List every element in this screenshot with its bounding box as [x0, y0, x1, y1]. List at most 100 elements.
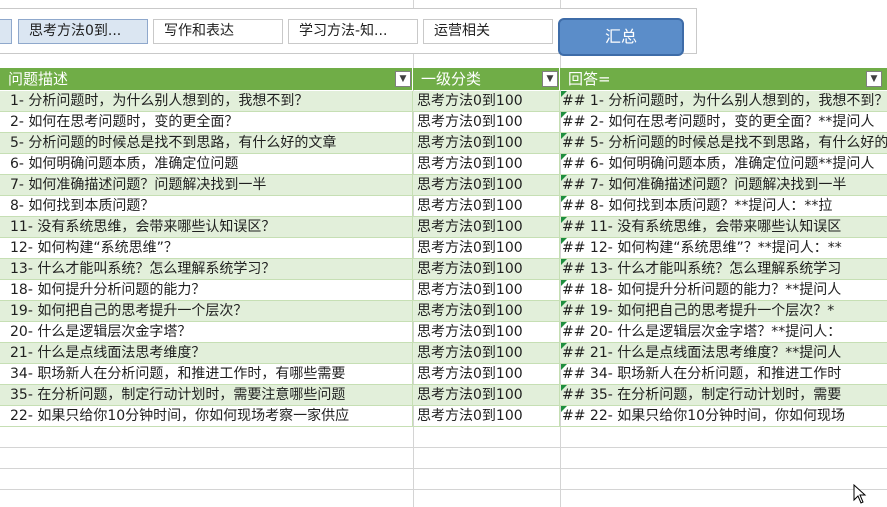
header-question-label: 问题描述: [8, 70, 69, 88]
error-indicator-icon: [561, 196, 567, 202]
table-row: 22- 如果只给你10分钟时间，你如何现场考察一家供应 思考方法0到100 ## 2…: [0, 406, 887, 427]
answer-cell[interactable]: ## 5- 分析问题的时候总是找不到思路，有什么好的: [560, 133, 887, 154]
error-indicator-icon: [561, 217, 567, 223]
category-cell[interactable]: 思考方法0到100: [413, 259, 560, 280]
sum-button[interactable]: 汇总: [558, 18, 684, 56]
question-cell[interactable]: 8- 如何找到本质问题？: [0, 196, 413, 217]
answer-cell[interactable]: ## 20- 什么是逻辑层次金字塔？**提问人：: [560, 322, 887, 343]
answer-cell[interactable]: ## 8- 如何找到本质问题？**提问人：**拉: [560, 196, 887, 217]
slicer-item-operations[interactable]: 运营相关: [423, 19, 553, 44]
table-row: 12- 如何构建“系统思维”？ 思考方法0到100 ## 12- 如何构建“系统思维…: [0, 238, 887, 259]
question-cell[interactable]: 11- 没有系统思维，会带来哪些认知误区？: [0, 217, 413, 238]
slicer-panel: 思考方法0到... 写作和表达 学习方法-知... 运营相关 汇总: [0, 8, 697, 56]
error-indicator-icon: [561, 175, 567, 181]
category-cell[interactable]: 思考方法0到100: [413, 280, 560, 301]
answer-cell[interactable]: ## 2- 如何在思考问题时，变的更全面？**提问人: [560, 112, 887, 133]
error-indicator-icon: [561, 133, 567, 139]
error-indicator-icon: [561, 259, 567, 265]
category-cell[interactable]: 思考方法0到100: [413, 91, 560, 112]
error-indicator-icon: [561, 154, 567, 160]
category-cell[interactable]: 思考方法0到100: [413, 385, 560, 406]
question-cell[interactable]: 22- 如果只给你10分钟时间，你如何现场考察一家供应: [0, 406, 413, 427]
question-cell[interactable]: 2- 如何在思考问题时，变的更全面？: [0, 112, 413, 133]
table-row: 21- 什么是点线面法思考维度？ 思考方法0到100 ## 21- 什么是点线面法思…: [0, 343, 887, 364]
category-cell[interactable]: 思考方法0到100: [413, 343, 560, 364]
category-cell[interactable]: 思考方法0到100: [413, 217, 560, 238]
table-row: 5- 分析问题的时候总是找不到思路，有什么好的文章 思考方法0到100 ## 5- …: [0, 133, 887, 154]
answer-cell[interactable]: ## 35- 在分析问题，制定行动计划时，需要: [560, 385, 887, 406]
table-row: 13- 什么才能叫系统？怎么理解系统学习？ 思考方法0到100 ## 13- 什么才…: [0, 259, 887, 280]
question-cell[interactable]: 5- 分析问题的时候总是找不到思路，有什么好的文章: [0, 133, 413, 154]
category-cell[interactable]: 思考方法0到100: [413, 112, 560, 133]
table-row: 1- 分析问题时，为什么别人想到的，我想不到？ 思考方法0到100 ## 1- 分析…: [0, 91, 887, 112]
table-row: 11- 没有系统思维，会带来哪些认知误区？ 思考方法0到100 ## 11- 没有系…: [0, 217, 887, 238]
answer-cell[interactable]: ## 6- 如何明确问题本质，准确定位问题**提问人: [560, 154, 887, 175]
error-indicator-icon: [561, 364, 567, 370]
answer-cell[interactable]: ## 12- 如何构建“系统思维”？**提问人：**: [560, 238, 887, 259]
answer-cell[interactable]: ## 7- 如何准确描述问题？问题解决找到一半: [560, 175, 887, 196]
error-indicator-icon: [561, 280, 567, 286]
question-cell[interactable]: 7- 如何准确描述问题？问题解决找到一半: [0, 175, 413, 196]
category-cell[interactable]: 思考方法0到100: [413, 133, 560, 154]
table-row: 8- 如何找到本质问题？ 思考方法0到100 ## 8- 如何找到本质问题？**提问…: [0, 196, 887, 217]
filter-active-icon[interactable]: ▼: [542, 71, 558, 87]
table-row: 19- 如何把自己的思考提升一个层次？ 思考方法0到100 ## 19- 如何把自己…: [0, 301, 887, 322]
slicer-item[interactable]: [0, 19, 12, 44]
error-indicator-icon: [561, 91, 567, 97]
gridline: [0, 468, 887, 469]
category-cell[interactable]: 思考方法0到100: [413, 322, 560, 343]
filter-dropdown-icon[interactable]: ▼: [395, 71, 411, 87]
question-cell[interactable]: 12- 如何构建“系统思维”？: [0, 238, 413, 259]
answer-cell[interactable]: ## 34- 职场新人在分析问题，和推进工作时: [560, 364, 887, 385]
answer-cell[interactable]: ## 13- 什么才能叫系统？怎么理解系统学习: [560, 259, 887, 280]
header-answer-label: 回答=: [568, 70, 611, 88]
gridline: [0, 489, 887, 490]
answer-cell[interactable]: ## 21- 什么是点线面法思考维度？**提问人: [560, 343, 887, 364]
category-cell[interactable]: 思考方法0到100: [413, 364, 560, 385]
question-cell[interactable]: 19- 如何把自己的思考提升一个层次？: [0, 301, 413, 322]
slicer-item-learning[interactable]: 学习方法-知...: [288, 19, 418, 44]
answer-cell[interactable]: ## 22- 如果只给你10分钟时间，你如何现场: [560, 406, 887, 427]
table-row: 6- 如何明确问题本质，准确定位问题 思考方法0到100 ## 6- 如何明确问题本…: [0, 154, 887, 175]
header-category: 一级分类: [413, 68, 560, 90]
question-cell[interactable]: 13- 什么才能叫系统？怎么理解系统学习？: [0, 259, 413, 280]
error-indicator-icon: [561, 385, 567, 391]
header-answer: 回答=: [560, 68, 887, 90]
question-cell[interactable]: 18- 如何提升分析问题的能力？: [0, 280, 413, 301]
table-row: 7- 如何准确描述问题？问题解决找到一半 思考方法0到100 ## 7- 如何准确描…: [0, 175, 887, 196]
error-indicator-icon: [561, 322, 567, 328]
category-cell[interactable]: 思考方法0到100: [413, 301, 560, 322]
category-cell[interactable]: 思考方法0到100: [413, 196, 560, 217]
category-cell[interactable]: 思考方法0到100: [413, 154, 560, 175]
table-row: 35- 在分析问题，制定行动计划时，需要注意哪些问题 思考方法0到100 ## 35…: [0, 385, 887, 406]
table-row: 2- 如何在思考问题时，变的更全面？ 思考方法0到100 ## 2- 如何在思考问题…: [0, 112, 887, 133]
error-indicator-icon: [561, 112, 567, 118]
error-indicator-icon: [561, 301, 567, 307]
table-row: 20- 什么是逻辑层次金字塔？ 思考方法0到100 ## 20- 什么是逻辑层次金字…: [0, 322, 887, 343]
error-indicator-icon: [561, 343, 567, 349]
table-row: 18- 如何提升分析问题的能力？ 思考方法0到100 ## 18- 如何提升分析问题…: [0, 280, 887, 301]
question-cell[interactable]: 1- 分析问题时，为什么别人想到的，我想不到？: [0, 91, 413, 112]
question-cell[interactable]: 21- 什么是点线面法思考维度？: [0, 343, 413, 364]
answer-cell[interactable]: ## 1- 分析问题时，为什么别人想到的，我想不到？: [560, 91, 887, 112]
header-category-label: 一级分类: [421, 70, 482, 88]
filter-dropdown-icon[interactable]: ▼: [866, 71, 882, 87]
header-question: 问题描述: [0, 68, 413, 90]
question-cell[interactable]: 34- 职场新人在分析问题，和推进工作时，有哪些需要: [0, 364, 413, 385]
answer-cell[interactable]: ## 19- 如何把自己的思考提升一个层次？*: [560, 301, 887, 322]
category-cell[interactable]: 思考方法0到100: [413, 175, 560, 196]
error-indicator-icon: [561, 406, 567, 412]
answer-cell[interactable]: ## 11- 没有系统思维，会带来哪些认知误区: [560, 217, 887, 238]
category-cell[interactable]: 思考方法0到100: [413, 238, 560, 259]
question-cell[interactable]: 6- 如何明确问题本质，准确定位问题: [0, 154, 413, 175]
gridline: [0, 447, 887, 448]
question-cell[interactable]: 35- 在分析问题，制定行动计划时，需要注意哪些问题: [0, 385, 413, 406]
slicer-item-writing[interactable]: 写作和表达: [153, 19, 283, 44]
slicer-item-thinking[interactable]: 思考方法0到...: [18, 19, 148, 44]
mouse-cursor-icon: [853, 484, 867, 504]
category-cell[interactable]: 思考方法0到100: [413, 406, 560, 427]
question-cell[interactable]: 20- 什么是逻辑层次金字塔？: [0, 322, 413, 343]
error-indicator-icon: [561, 238, 567, 244]
table-header: 问题描述 ▼ 一级分类 ▼ 回答= ▼: [0, 68, 887, 90]
answer-cell[interactable]: ## 18- 如何提升分析问题的能力？**提问人: [560, 280, 887, 301]
